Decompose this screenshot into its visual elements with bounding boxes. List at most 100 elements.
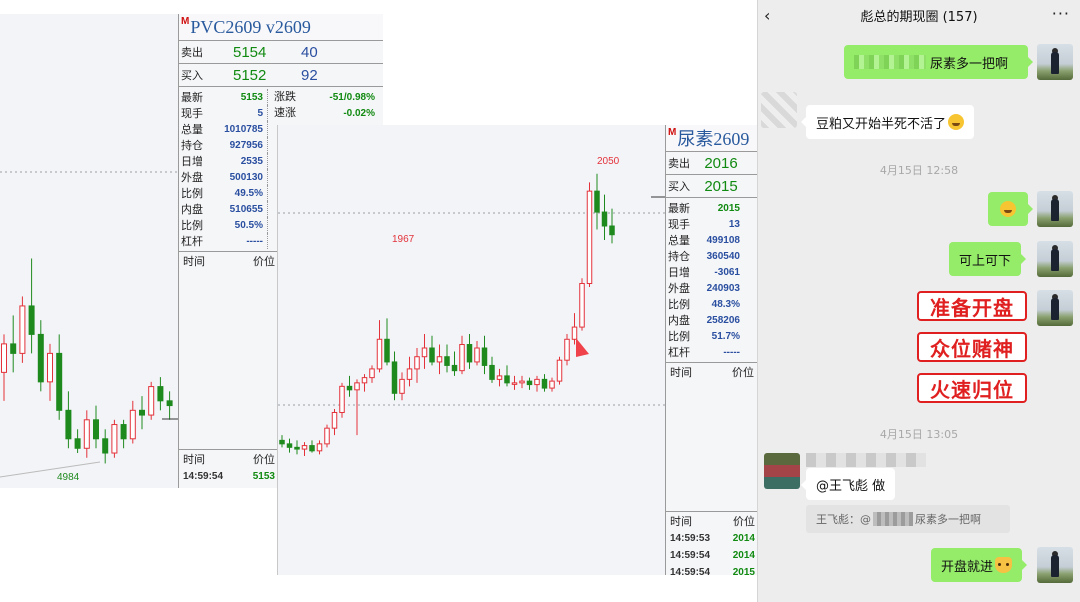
pvc-candlestick-chart[interactable]: 4984: [0, 14, 178, 488]
candle-body: [571, 326, 578, 340]
stat-label: 最新: [668, 203, 690, 215]
candle-body: [594, 190, 600, 213]
candle-body: [93, 419, 99, 440]
candle-body: [120, 424, 127, 440]
candle-body: [399, 378, 405, 394]
urea-tick-header: 时间 价位: [666, 362, 757, 381]
stat-label: 外盘: [181, 172, 203, 184]
local-high-label: 1967: [392, 234, 415, 245]
stat-value: -----: [723, 346, 740, 358]
stat-row: 外盘 240903: [666, 280, 757, 296]
candle-body: [47, 352, 53, 383]
candle-body: [549, 380, 555, 389]
pvc-title-bar: M PVC2609 v2609: [179, 14, 383, 41]
stat-label: 比例: [668, 331, 690, 343]
more-options-icon[interactable]: ···: [1052, 4, 1070, 23]
stat-value: 240903: [706, 282, 740, 294]
quoted-message[interactable]: 王飞彪：@ 尿素多一把啊: [806, 505, 1010, 533]
sell-label: 卖出: [181, 47, 203, 59]
self-avatar[interactable]: [1037, 191, 1073, 227]
candle-body: [459, 344, 465, 372]
candle-body: [421, 347, 428, 358]
message-timestamp: 4月15日 12:58: [879, 164, 959, 177]
candle-body: [384, 338, 390, 363]
price-column-header: 价位: [733, 516, 755, 528]
message-text: @王飞彪 做: [816, 478, 886, 494]
urea-buy-row: 买入 2015: [666, 175, 757, 198]
sell-label: 卖出: [668, 158, 690, 170]
candle-body: [391, 361, 398, 394]
self-avatar[interactable]: [1037, 290, 1073, 326]
member-avatar[interactable]: [764, 453, 800, 489]
message-timestamp: 4月15日 13:05: [879, 428, 959, 441]
time-column-header: 时间: [183, 256, 205, 268]
candle-body: [489, 364, 495, 380]
cursor-arrow-icon: [576, 338, 589, 357]
stat-value: -3061: [714, 266, 740, 278]
candle-body: [526, 380, 533, 386]
back-arrow-icon[interactable]: ‹: [764, 6, 770, 25]
stat-value: 5: [257, 107, 263, 119]
urea-candlestick-chart[interactable]: 2050 1967: [278, 125, 665, 575]
candle-body: [37, 333, 44, 383]
message-bubble-self[interactable]: [988, 192, 1033, 226]
time-column-header: 时间: [670, 516, 692, 528]
candle-body: [28, 305, 35, 335]
buy-volume: 92: [301, 66, 318, 84]
high-price-label: 2050: [597, 156, 620, 167]
candle-body: [339, 385, 345, 413]
candle-body: [474, 347, 480, 363]
chat-title: 彪总的期现圈 (157): [860, 9, 978, 25]
candle-body: [466, 344, 473, 363]
trade-time: 14:59:53: [670, 533, 711, 544]
message-text: 开盘就进: [941, 559, 994, 575]
stat-value: 13: [728, 218, 740, 230]
stat-value: -51/0.98%: [329, 91, 375, 103]
candle-body: [331, 411, 338, 429]
stat-row: 最新 5153 涨跌 -51/0.98%: [179, 89, 383, 105]
stat-label: 现手: [668, 219, 690, 231]
slogan-sticker[interactable]: 众位赌神: [917, 332, 1027, 362]
slogan-sticker[interactable]: 准备开盘: [917, 291, 1027, 321]
member-avatar[interactable]: [761, 92, 797, 128]
trade-price: 2014: [732, 533, 755, 544]
trade-time: 14:59:54: [183, 471, 224, 482]
stat-row: 持仓 360540: [666, 248, 757, 264]
urea-chart-panel: 2050 1967 M 尿素2609 卖出 2016 买入 2015 最新 2015…: [277, 125, 757, 575]
redacted-mosaic: [854, 55, 926, 69]
slogan-sticker[interactable]: 火速归位: [917, 373, 1027, 403]
message-bubble-other[interactable]: @王飞彪 做: [800, 468, 896, 500]
candle-body: [481, 347, 488, 366]
self-avatar[interactable]: [1037, 241, 1073, 277]
stat-value: 499108: [706, 234, 740, 246]
stat-value: 360540: [706, 250, 740, 262]
message-bubble-self[interactable]: 尿素多一把啊: [844, 45, 1033, 79]
stat-value: -----: [246, 235, 263, 247]
buy-price: 2015: [704, 177, 738, 195]
trend-line: [0, 461, 101, 478]
candle-body: [504, 375, 510, 384]
stat-row: 日增 -3061: [666, 264, 757, 280]
message-bubble-other[interactable]: 豆粕又开始半死不活了: [800, 105, 975, 139]
self-avatar[interactable]: [1037, 547, 1073, 583]
tick-columns: 时间 价位: [179, 450, 279, 468]
buy-label: 买入: [668, 181, 690, 193]
candle-body: [301, 445, 308, 450]
candle-body: [586, 190, 593, 285]
stat-value: 258206: [706, 314, 740, 326]
candle-body: [414, 356, 420, 370]
candle-body: [451, 364, 458, 372]
trade-price: 2014: [732, 550, 755, 561]
candle-body: [534, 378, 540, 386]
stat-row: 内盘 258206: [666, 312, 757, 328]
candle-body: [65, 409, 72, 440]
stat-label: 杠杆: [181, 236, 203, 248]
message-bubble-self[interactable]: 开盘就进: [931, 548, 1028, 582]
stat-label: 比例: [668, 299, 690, 311]
self-avatar[interactable]: [1037, 44, 1073, 80]
stat-value: 5153: [240, 91, 263, 103]
message-bubble-self[interactable]: 可上可下: [949, 242, 1027, 276]
stat-value: 51.7%: [711, 330, 740, 342]
time-column-header: 时间: [670, 367, 692, 379]
candle-body: [601, 211, 608, 227]
